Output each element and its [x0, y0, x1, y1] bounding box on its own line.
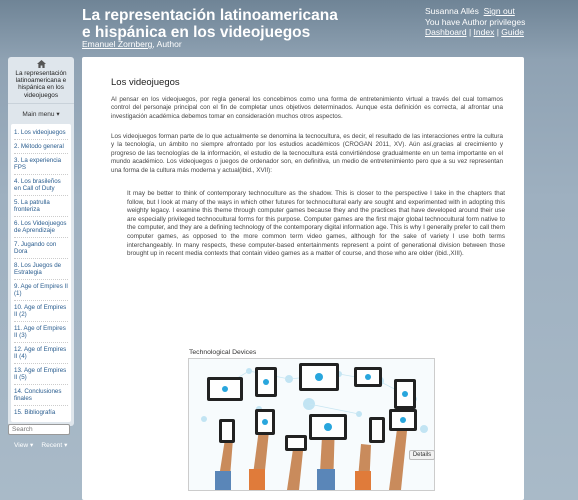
toc-item[interactable]: 6. Los Videojuegos de Aprendizaje — [14, 217, 68, 238]
toc-item[interactable]: 11. Age of Empires II (3) — [14, 322, 68, 343]
sidebar: La representación latinoamericana e hisp… — [8, 57, 74, 426]
toc-item[interactable]: 13. Age of Empires II (5) — [14, 364, 68, 385]
technological-devices-image — [188, 358, 435, 491]
toc-item[interactable]: 10. Age of Empires II (2) — [14, 301, 68, 322]
home-icon — [36, 60, 46, 68]
home-link[interactable]: La representación latinoamericana e hisp… — [8, 57, 74, 104]
sign-out-link[interactable]: Sign out — [484, 6, 515, 16]
toc-item[interactable]: 3. La experiencia FPS — [14, 154, 68, 175]
content-page: Los videojuegos Al pensar en los videoju… — [82, 57, 524, 500]
paragraph-2: Los videojuegos forman parte de lo que a… — [111, 133, 503, 174]
author-role: , Author — [152, 39, 182, 49]
recent-label: Recent — [41, 442, 63, 449]
toc-item[interactable]: 1. Los videojuegos — [14, 127, 68, 141]
table-of-contents: 1. Los videojuegos 2. Método general 3. … — [11, 123, 71, 422]
toc-item[interactable]: 4. Los brasileños en Call of Duty — [14, 175, 68, 196]
view-row: View ▾ Recent ▾ — [8, 441, 74, 449]
view-label: View — [14, 442, 29, 449]
devices-illustration — [189, 359, 434, 490]
toc-item[interactable]: 9. Age of Empires II (1) — [14, 280, 68, 301]
block-quote: It may be better to think of contemporar… — [127, 190, 505, 258]
index-link[interactable]: Index — [474, 27, 495, 37]
dashboard-link[interactable]: Dashboard — [425, 27, 467, 37]
recent-menu[interactable]: Recent ▾ — [41, 441, 67, 449]
main-menu-button[interactable]: Main menu ▾ — [8, 104, 74, 124]
toc-item[interactable]: 14. Conclusiones finales — [14, 385, 68, 406]
search-area: View ▾ Recent ▾ — [8, 418, 74, 449]
toc-item[interactable]: 2. Método general — [14, 140, 68, 154]
toc-item[interactable]: 8. Los Juegos de Estrategia — [14, 259, 68, 280]
toc-item[interactable]: 12. Age of Empires II (4) — [14, 343, 68, 364]
guide-link[interactable]: Guide — [501, 27, 524, 37]
figure-caption: Technological Devices — [189, 349, 257, 356]
paragraph-1: Al pensar en los videojuegos, por regla … — [111, 96, 503, 120]
main-menu-label: Main menu — [22, 110, 55, 118]
page-title: Los videojuegos — [111, 77, 180, 88]
chevron-down-icon: ▾ — [56, 110, 60, 118]
author-line: Emanuel Zornberg, Author — [82, 39, 182, 49]
details-button[interactable]: Details — [409, 450, 435, 460]
user-box: Susanna Allés Sign out You have Author p… — [425, 6, 526, 37]
toc-item[interactable]: 7. Jugando con Dora — [14, 238, 68, 259]
user-name: Susanna Allés — [425, 6, 479, 16]
toc-item[interactable]: 15. Bibliografía — [14, 406, 68, 419]
search-input[interactable] — [8, 424, 70, 435]
author-link[interactable]: Emanuel Zornberg — [82, 39, 152, 49]
privileges-text: You have Author privileges — [425, 16, 526, 27]
book-title[interactable]: La representación latinoamericana e hisp… — [82, 7, 342, 41]
toc-item[interactable]: 5. La patrulla fronteriza — [14, 196, 68, 217]
home-label: La representación latinoamericana e hisp… — [15, 70, 67, 99]
view-menu[interactable]: View ▾ — [14, 441, 33, 449]
